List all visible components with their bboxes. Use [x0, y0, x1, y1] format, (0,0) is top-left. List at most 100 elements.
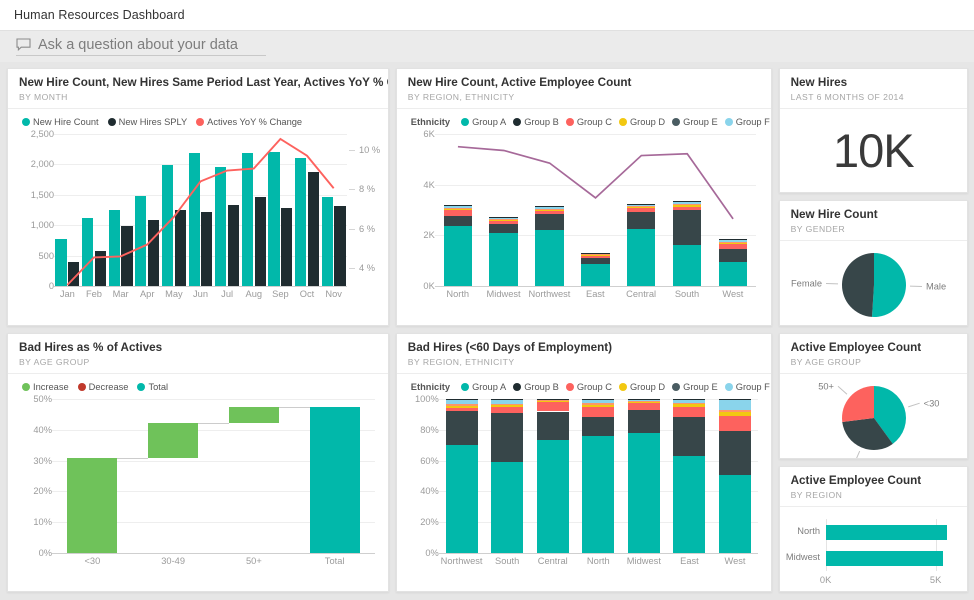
bar-segment[interactable] — [673, 404, 706, 407]
bar-segment[interactable] — [672, 204, 702, 206]
gender-pie-chart[interactable]: Male Female — [780, 241, 967, 325]
bar-segment[interactable] — [445, 405, 478, 408]
stacked-bar[interactable] — [627, 399, 660, 553]
bar-segment[interactable] — [626, 211, 656, 229]
legend-item[interactable]: Group F — [724, 117, 770, 127]
legend-item[interactable]: Actives YoY % Change — [196, 117, 302, 127]
bar[interactable] — [268, 151, 280, 286]
bar-segment[interactable] — [627, 403, 660, 410]
qna-search-box[interactable]: Ask a question about your data — [16, 37, 266, 56]
stacked-bar[interactable] — [536, 399, 569, 553]
bar[interactable] — [254, 196, 266, 286]
bar-segment[interactable] — [672, 206, 702, 211]
bar[interactable] — [174, 209, 186, 286]
bar-segment[interactable] — [582, 403, 615, 405]
bar-segment[interactable] — [626, 207, 656, 209]
legend-item[interactable]: Group D — [618, 117, 665, 127]
stacked-bar[interactable] — [626, 134, 656, 286]
bar-segment[interactable] — [535, 208, 564, 210]
bar-segment[interactable] — [626, 206, 656, 208]
bar[interactable] — [81, 218, 94, 286]
bar-segment[interactable] — [489, 233, 518, 286]
bar-segment[interactable] — [673, 406, 706, 418]
legend-item[interactable]: Total — [137, 382, 168, 392]
legend-item[interactable]: Group E — [672, 117, 718, 127]
bar[interactable] — [108, 210, 120, 286]
legend-item[interactable]: New Hire Count — [22, 117, 99, 127]
bar-segment[interactable] — [445, 404, 478, 406]
stacked-bar[interactable] — [718, 134, 748, 286]
bar-segment[interactable] — [443, 205, 472, 208]
legend-item[interactable]: Group B — [513, 382, 559, 392]
region-bar-chart[interactable]: 0K 5K North Midwest — [780, 507, 967, 591]
bar[interactable] — [161, 165, 174, 286]
bar-segment[interactable] — [626, 204, 656, 207]
waterfall-bar[interactable] — [228, 406, 279, 423]
bar-segment[interactable] — [582, 404, 615, 407]
bar-segment[interactable] — [491, 405, 524, 408]
tile-active-employee-by-region[interactable]: Active Employee Count BY REGION 0K 5K Nort… — [778, 466, 968, 592]
bar[interactable] — [148, 220, 160, 286]
bar-segment[interactable] — [443, 215, 472, 226]
tile-active-employee-by-age[interactable]: Active Employee Count BY AGE GROUP <30 30… — [778, 333, 968, 459]
bar-segment[interactable] — [443, 204, 472, 206]
stacked-bar[interactable] — [489, 134, 518, 286]
tile-new-hire-active-by-region[interactable]: New Hire Count, Active Employee Count BY… — [395, 68, 772, 326]
bar-segment[interactable] — [672, 200, 702, 202]
bar-segment[interactable] — [627, 409, 660, 434]
bar[interactable] — [121, 226, 133, 286]
bar-segment[interactable] — [719, 410, 751, 413]
bar-segment[interactable] — [582, 435, 615, 553]
bar[interactable] — [281, 208, 293, 286]
bar-segment[interactable] — [491, 413, 524, 463]
bar[interactable] — [201, 212, 213, 286]
bar-segment[interactable] — [535, 211, 564, 215]
bar-segment[interactable] — [535, 206, 564, 209]
bar-segment[interactable] — [443, 225, 472, 286]
bar-segment[interactable] — [718, 249, 748, 263]
bar-segment[interactable] — [673, 417, 706, 457]
percent-stacked-bar-plot[interactable]: 0% 20% 40% 60% 80% 100% Northwest South Central N… — [405, 393, 763, 571]
bar-segment[interactable] — [489, 217, 518, 219]
bar-segment[interactable] — [536, 401, 569, 402]
bar-segment[interactable] — [627, 433, 660, 553]
bar-segment[interactable] — [443, 207, 472, 209]
bar-segment[interactable] — [491, 462, 524, 553]
bar[interactable] — [241, 153, 253, 286]
bar-segment[interactable] — [443, 210, 472, 216]
legend-item[interactable]: Group C — [565, 117, 612, 127]
bar-segment[interactable] — [672, 205, 702, 207]
pie-slice[interactable] — [841, 253, 874, 317]
bar[interactable] — [825, 550, 944, 566]
bar[interactable] — [321, 196, 333, 286]
bar-segment[interactable] — [673, 456, 706, 553]
bar-segment[interactable] — [718, 241, 748, 243]
bar-segment[interactable] — [673, 403, 706, 405]
bar-segment[interactable] — [626, 228, 656, 286]
pie-slice[interactable] — [871, 253, 906, 317]
waterfall-chart-plot[interactable]: 0% 10% 20% 30% 40% 50% <30 30-49 50+ Total — [16, 393, 380, 571]
legend-item[interactable]: Group F — [724, 382, 770, 392]
bar-segment[interactable] — [719, 474, 751, 553]
bar[interactable] — [295, 158, 307, 286]
chart-legend[interactable]: Ethnicity Group A Group B Group C Group D Gro… — [405, 115, 770, 128]
bar[interactable] — [334, 206, 346, 286]
tile-new-hires-kpi[interactable]: New Hires LAST 6 MONTHS OF 2014 10K — [778, 68, 968, 193]
bar-segment[interactable] — [489, 219, 518, 222]
bar[interactable] — [215, 166, 227, 286]
chart-legend[interactable]: New Hire Count New Hires SPLY Actives YoY … — [16, 115, 380, 128]
bar[interactable] — [68, 261, 80, 286]
bar[interactable] — [94, 251, 106, 286]
bar-segment[interactable] — [581, 254, 610, 256]
bar-segment[interactable] — [718, 242, 748, 244]
bar[interactable] — [307, 171, 320, 286]
bar-segment[interactable] — [719, 431, 751, 475]
bar-segment[interactable] — [673, 399, 706, 404]
stacked-bar[interactable] — [581, 134, 610, 286]
legend-item[interactable]: Group D — [618, 382, 665, 392]
bar-segment[interactable] — [489, 221, 518, 224]
bar-segment[interactable] — [719, 399, 751, 411]
bar-segment[interactable] — [672, 201, 702, 205]
bar[interactable] — [188, 153, 200, 286]
bar[interactable] — [825, 524, 947, 540]
